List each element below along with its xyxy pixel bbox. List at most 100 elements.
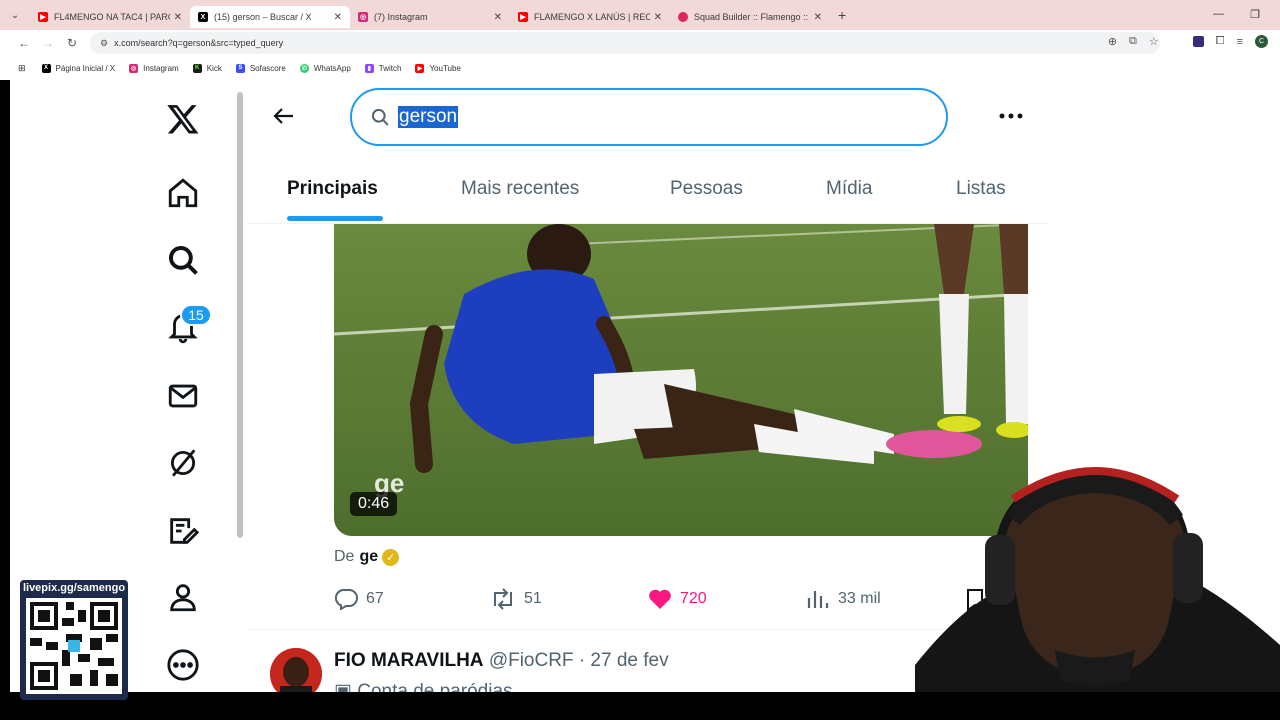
bookmark-x[interactable]: X Página Inicial / X [41, 63, 116, 73]
x-icon: X [41, 63, 51, 73]
toolbar-icons: ⊕ ⧉ ☆ ⧠ ≡ C [1108, 35, 1268, 48]
tab-title: FL4MENGO NA TAC4 | PARÓDIA [54, 12, 170, 22]
youtube-icon: ▶ [518, 12, 528, 22]
search-input[interactable]: gerson [398, 106, 459, 128]
close-icon[interactable]: ✕ [814, 12, 822, 23]
avatar-image [270, 648, 322, 692]
tab-principais[interactable]: Principais [287, 178, 378, 200]
tab-search-icon[interactable]: ⌄ [0, 10, 30, 21]
bookmark-twitch[interactable]: ▮ Twitch [364, 63, 402, 73]
forward-arrow-icon[interactable]: → [36, 36, 60, 50]
url-text: x.com/search?q=gerson&src=typed_query [114, 38, 284, 48]
profile-icon[interactable] [158, 572, 208, 622]
site-info-icon[interactable]: ⚙ [100, 38, 108, 49]
reload-icon[interactable]: ↻ [60, 36, 84, 50]
tab-listas[interactable]: Listas [956, 178, 1006, 200]
parody-label: Conta de paródias [357, 681, 513, 692]
extension-icon[interactable] [1192, 36, 1204, 47]
avatar[interactable] [270, 648, 322, 692]
parody-icon: ▣ [334, 681, 352, 692]
search-icon[interactable] [158, 235, 208, 285]
browser-tab[interactable]: ▶ FL4MENGO NA TAC4 | PARÓDIA ✕ [30, 6, 190, 28]
browser-tab[interactable]: Squad Builder :: Flamengo :: 20 ✕ [670, 6, 830, 28]
reply-count: 67 [366, 590, 384, 607]
grok-icon[interactable] [158, 438, 208, 488]
zoom-icon[interactable]: ⊕ [1108, 35, 1117, 48]
scrollbar[interactable] [237, 92, 243, 538]
bookmark-whatsapp[interactable]: ✆ WhatsApp [299, 63, 351, 73]
reply-icon [334, 589, 358, 610]
more-options-button[interactable] [996, 104, 1026, 128]
tab-mais-recentes[interactable]: Mais recentes [461, 178, 579, 200]
youtube-icon: ▶ [415, 63, 425, 73]
search-field[interactable]: gerson [350, 88, 948, 146]
bookmark-label: Kick [206, 63, 222, 73]
tab-strip: ⌄ ▶ FL4MENGO NA TAC4 | PARÓDIA ✕ X (15) … [0, 0, 1280, 30]
video-source: De ge ✓ [334, 548, 400, 566]
install-icon[interactable]: ⧉ [1129, 35, 1137, 48]
bookmark-label: WhatsApp [313, 63, 351, 73]
lists-icon[interactable] [158, 506, 208, 556]
futbin-icon [678, 12, 688, 22]
mail-icon[interactable] [158, 371, 208, 421]
author-handle[interactable]: @FioCRF [489, 650, 574, 671]
back-button[interactable] [268, 100, 300, 132]
back-arrow-icon[interactable]: ← [12, 36, 36, 50]
close-icon[interactable]: ✕ [174, 12, 182, 23]
author-name[interactable]: FIO MARAVILHA [334, 650, 484, 671]
video-duration: 0:46 [350, 492, 398, 516]
views-button[interactable]: 33 mil [806, 588, 881, 610]
search-tabs: Principais Mais recentes Pessoas Mídia L… [246, 154, 1050, 224]
tab-midia[interactable]: Mídia [826, 178, 872, 200]
avatar[interactable]: C [1255, 35, 1268, 48]
source-link[interactable]: ge [359, 548, 378, 566]
bookmark-label: Instagram [143, 63, 179, 73]
bookmark-youtube[interactable]: ▶ YouTube [415, 63, 461, 73]
bookmark-label: Sofascore [249, 63, 286, 73]
more-circle-icon[interactable] [158, 640, 208, 690]
verified-badge-icon: ✓ [382, 548, 400, 566]
browser-tab-active[interactable]: X (15) gerson – Buscar / X ✕ [190, 6, 350, 28]
post-date[interactable]: · 27 de fev [579, 650, 669, 671]
instagram-icon: ◎ [129, 63, 139, 73]
bookmarks-bar: ⊞ X Página Inicial / X ◎ Instagram K Kick S… [0, 56, 1280, 80]
source-prefix: De [334, 548, 355, 565]
qr-code [26, 598, 122, 694]
like-button[interactable]: 720 [648, 588, 707, 610]
repost-button[interactable]: 51 [490, 588, 542, 610]
bookmark-label: Twitch [378, 63, 402, 73]
close-icon[interactable]: ✕ [494, 12, 502, 23]
address-bar[interactable]: ⚙ x.com/search?q=gerson&src=typed_query [90, 32, 1160, 54]
tab-title: Squad Builder :: Flamengo :: 20 [694, 12, 810, 22]
browser-tab[interactable]: ◎ (7) Instagram ✕ [350, 6, 510, 28]
new-tab-icon[interactable]: + [838, 7, 846, 23]
bookmark-label: Página Inicial / X [55, 63, 116, 73]
bookmark-instagram[interactable]: ◎ Instagram [129, 63, 179, 73]
close-icon[interactable]: ✕ [654, 12, 662, 23]
browser-tab[interactable]: ▶ FLAMENGO X LANÚS | RECOPA ✕ [510, 6, 670, 28]
bookmark-label: YouTube [429, 63, 461, 73]
qr-pattern [26, 598, 122, 694]
bookmark-kick[interactable]: K Kick [192, 63, 222, 73]
stream-bottom-bar [0, 692, 1280, 720]
streamer-webcam [915, 466, 1280, 692]
extensions-puzzle-icon[interactable]: ⧠ [1216, 35, 1225, 48]
twitch-icon: ▮ [364, 63, 374, 73]
media-icon[interactable]: ≡ [1237, 36, 1243, 48]
tab-title: FLAMENGO X LANÚS | RECOPA [534, 12, 650, 22]
x-logo-icon[interactable] [158, 94, 208, 144]
bookmark-sofascore[interactable]: S Sofascore [235, 63, 286, 73]
more-horizontal-icon [999, 113, 1023, 119]
close-icon[interactable]: ✕ [334, 12, 342, 23]
reply-button[interactable]: 67 [334, 588, 384, 610]
livepix-label: livepix.gg/samengo [22, 582, 126, 594]
apps-grid-icon[interactable]: ⊞ [18, 63, 26, 74]
tab-pessoas[interactable]: Pessoas [670, 178, 743, 200]
views-icon [807, 591, 829, 608]
home-icon[interactable] [158, 168, 208, 218]
star-icon[interactable]: ☆ [1149, 35, 1159, 48]
minimize-icon[interactable]: — [1213, 8, 1224, 21]
repost-icon [494, 588, 512, 610]
restore-icon[interactable]: ❐ [1250, 8, 1260, 21]
sofascore-icon: S [235, 63, 245, 73]
